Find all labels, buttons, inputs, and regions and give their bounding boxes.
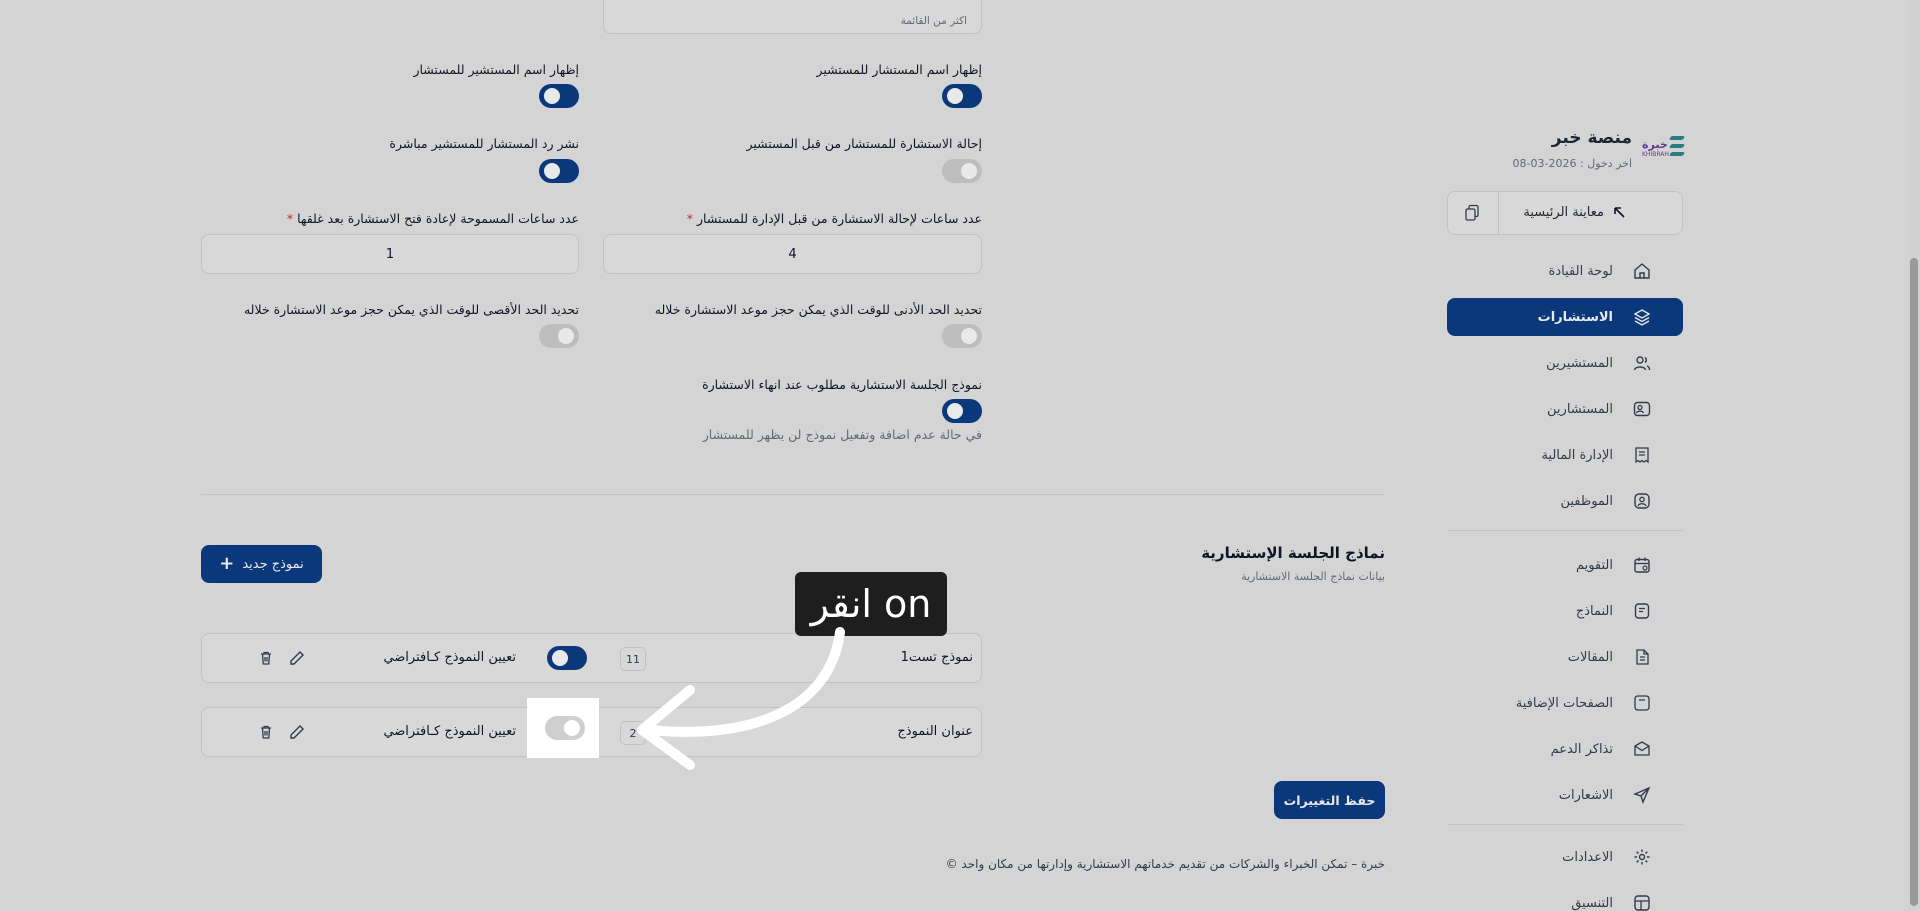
sidebar-item-clients[interactable]: المستشيرين [1447, 344, 1683, 382]
sidebar-item-label: الاشعارات [1558, 787, 1613, 803]
logo-text: خبرة [1642, 138, 1668, 151]
sidebar-item-label: المقالات [1567, 649, 1613, 665]
pencil-icon[interactable] [289, 724, 305, 740]
publish-reply-toggle[interactable] [539, 159, 579, 183]
new-model-label: نموذج جديد [242, 556, 304, 572]
new-model-button[interactable]: + نموذج جديد [201, 545, 322, 583]
show-consultant-name-label: إظهار اسم المستشار للمستشير [816, 62, 982, 77]
sidebar-item-label: الموظفين [1560, 493, 1613, 509]
top-select-box[interactable]: اكثر من القائمة [603, 0, 982, 34]
article-icon [1633, 648, 1651, 666]
sidebar-item-label: الاعدادات [1562, 849, 1613, 865]
models-section-subtitle: بيانات نماذج الجلسة الاستشارية [1241, 570, 1385, 583]
platform-title: منصة خبر [1551, 128, 1632, 148]
show-client-name-toggle[interactable] [539, 84, 579, 108]
refer-consultation-toggle[interactable] [942, 159, 982, 183]
sidebar-item-settings[interactable]: الاعدادات [1447, 838, 1683, 876]
hours-reopen-label: * عدد ساعات المسموحة لإعادة فتح الاستشار… [286, 211, 579, 226]
set-default-toggle[interactable] [547, 646, 587, 670]
sidebar-item-label: التنسيق [1571, 895, 1613, 911]
hours-reopen-input[interactable]: 1 [201, 234, 579, 274]
hours-refer-label: * عدد ساعات لإحالة الاستشارة من قبل الإد… [686, 211, 982, 226]
calendar-icon [1633, 556, 1651, 574]
sidebar-item-label: التقويم [1575, 557, 1613, 573]
top-select-hint: اكثر من القائمة [900, 15, 967, 27]
trash-icon[interactable] [258, 724, 274, 740]
sidebar-separator [1447, 824, 1683, 825]
publish-reply-label: نشر رد المستشار للمستشير مباشرة [389, 136, 579, 151]
highlighted-target [527, 698, 599, 758]
min-time-label: تحديد الحد الأدنى للوقت الذي يمكن حجز مو… [654, 302, 982, 317]
sidebar-item-consultations[interactable]: الاستشارات [1447, 298, 1683, 336]
logo-mark-icon [1668, 136, 1686, 158]
session-form-required-label: نموذج الجلسة الاستشارية مطلوب عند انهاء … [702, 377, 982, 392]
home-icon [1633, 262, 1651, 280]
session-form-hint: في حالة عدم اضافة وتفعيل نموذج لن يظهر ل… [702, 427, 982, 442]
sidebar-item-label: تذاكر الدعم [1550, 741, 1613, 757]
layout-icon [1633, 894, 1651, 911]
min-time-toggle[interactable] [942, 324, 982, 348]
logo-subtext: KHIBRAH [1642, 151, 1669, 158]
sidebar-separator [1447, 530, 1683, 531]
last-login: اخر دخول : 2026-03-08 [1512, 157, 1632, 170]
sidebar-item-label: الإدارة المالية [1541, 447, 1613, 463]
user-card-icon [1633, 400, 1651, 418]
models-section-title: نماذج الجلسة الإستشارية [1201, 544, 1385, 562]
copy-icon[interactable] [1464, 204, 1480, 222]
brand-logo: خبرة KHIBRAH [1642, 134, 1686, 164]
show-client-name-label: إظهار اسم المستشير للمستشار [413, 62, 579, 77]
preview-home-link[interactable]: معاينة الرئيسية [1523, 205, 1604, 220]
sidebar-item-label: الصفحات الإضافية [1515, 695, 1613, 711]
sidebar-item-finance[interactable]: الإدارة المالية [1447, 436, 1683, 474]
trash-icon[interactable] [258, 650, 274, 666]
set-default-label: تعيين النموذج كـافتراضي [383, 724, 516, 739]
preview-home-box: معاينة الرئيسية [1447, 191, 1683, 235]
send-icon [1633, 786, 1651, 804]
layers-icon [1633, 308, 1651, 326]
sidebar-item-support-tickets[interactable]: تذاكر الدعم [1447, 730, 1683, 768]
sidebar-item-consultants[interactable]: المستشارين [1447, 390, 1683, 428]
receipt-icon [1633, 446, 1651, 464]
sidebar-item-notifications[interactable]: الاشعارات [1447, 776, 1683, 814]
sidebar-item-employees[interactable]: الموظفين [1447, 482, 1683, 520]
sidebar-item-calendar[interactable]: التقويم [1447, 546, 1683, 584]
save-changes-button[interactable]: حفظ التغييرات [1274, 781, 1385, 819]
sidebar-item-dashboard[interactable]: لوحة القيادة [1447, 252, 1683, 290]
sidebar-item-label: لوحة القيادة [1548, 263, 1613, 279]
pencil-icon[interactable] [289, 650, 305, 666]
model-name: عنوان النموذج [897, 724, 973, 739]
page-scrollbar[interactable] [1908, 0, 1920, 911]
users-icon [1633, 354, 1651, 372]
show-consultant-name-toggle[interactable] [942, 84, 982, 108]
pages-icon [1633, 694, 1651, 712]
gear-icon [1633, 848, 1651, 866]
user-badge-icon [1633, 492, 1651, 510]
sidebar-item-label: النماذج [1575, 603, 1613, 619]
model-name: نموذج تست1 [900, 650, 973, 665]
sidebar-item-layout[interactable]: التنسيق [1447, 884, 1683, 911]
footer-copyright: © خبرة – تمكن الخبراء والشركات من تقديم … [945, 857, 1385, 871]
refer-consultation-label: إحالة الاستشارة للمستشار من قبل المستشير [746, 136, 982, 151]
arrow-up-left-icon [1612, 205, 1626, 219]
instruction-arrow-icon [637, 627, 845, 770]
sidebar-item-label: المستشيرين [1546, 355, 1613, 371]
hours-refer-input[interactable]: 4 [603, 234, 982, 274]
set-default-toggle[interactable] [545, 716, 585, 740]
sidebar-item-label: الاستشارات [1537, 309, 1613, 325]
sidebar-item-label: المستشارين [1547, 401, 1613, 417]
scrollbar-thumb[interactable] [1910, 258, 1918, 906]
form-icon [1633, 602, 1651, 620]
set-default-label: تعيين النموذج كـافتراضي [383, 650, 516, 665]
sidebar-item-extra-pages[interactable]: الصفحات الإضافية [1447, 684, 1683, 722]
sidebar-item-forms[interactable]: النماذج [1447, 592, 1683, 630]
plus-icon: + [219, 553, 235, 574]
section-divider [201, 494, 1385, 495]
sidebar-item-articles[interactable]: المقالات [1447, 638, 1683, 676]
ticket-icon [1633, 740, 1651, 758]
model-row: نموذج تست1 11 تعيين النموذج كـافتراضي [201, 633, 982, 683]
preview-divider [1498, 192, 1499, 234]
max-time-label: تحديد الحد الأقصى للوقت الذي يمكن حجز مو… [243, 302, 579, 317]
session-form-required-toggle[interactable] [942, 399, 982, 423]
max-time-toggle[interactable] [539, 324, 579, 348]
